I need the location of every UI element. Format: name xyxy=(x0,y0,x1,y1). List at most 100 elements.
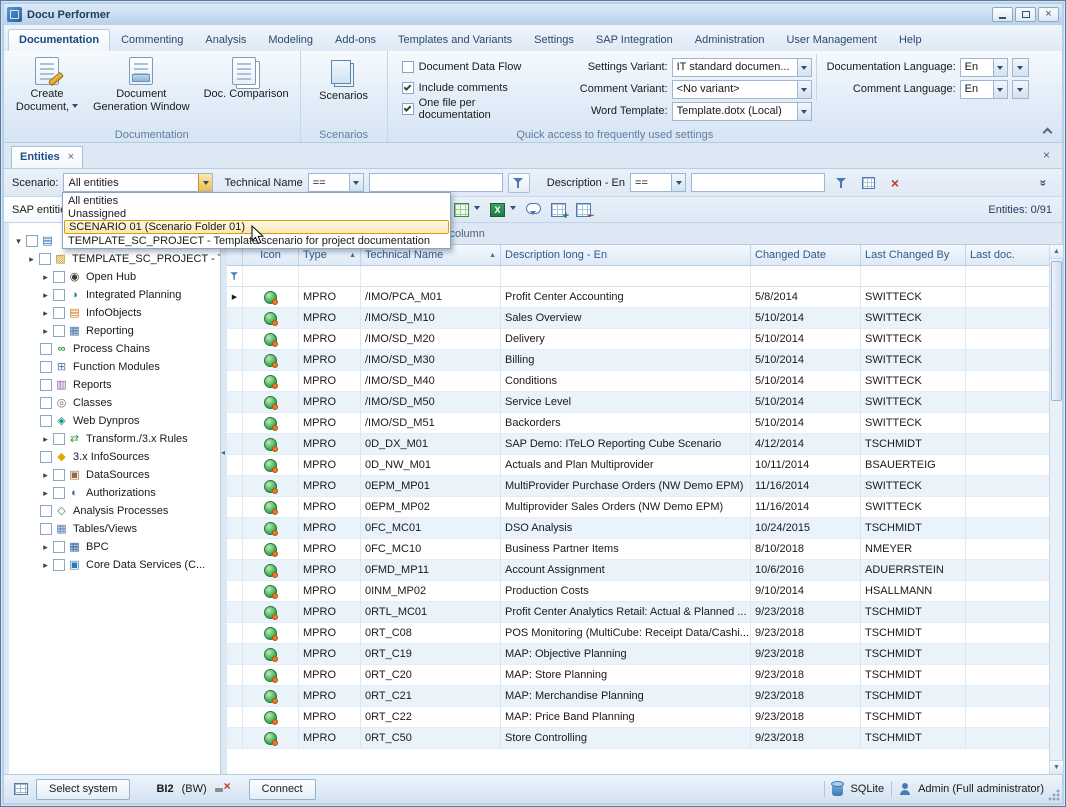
table-row[interactable]: MPRO 0RT_C19 MAP: Objective Planning 9/2… xyxy=(227,644,1049,665)
tree-item[interactable]: ▸ Reporting xyxy=(9,322,220,340)
chevron-down-icon[interactable] xyxy=(671,174,685,191)
ribbon-checkbox[interactable]: One file per documentation xyxy=(402,98,544,119)
tree-checkbox[interactable] xyxy=(53,487,65,499)
tree-checkbox[interactable] xyxy=(40,505,52,517)
scenario-combo[interactable]: All entities xyxy=(63,173,213,192)
ribbon-tab[interactable]: Analysis xyxy=(194,29,257,51)
filter-editor-button[interactable] xyxy=(857,173,879,193)
table-row[interactable]: MPRO 0D_DX_M01 SAP Demo: ITeLO Reporting… xyxy=(227,434,1049,455)
tree-checkbox[interactable] xyxy=(40,379,52,391)
add-to-table-button[interactable] xyxy=(551,203,566,217)
scrollbar-thumb[interactable] xyxy=(1051,261,1062,401)
expand-filter-panel-button[interactable]: » xyxy=(1032,173,1054,193)
ribbon-tab[interactable]: Commenting xyxy=(110,29,194,51)
technical-name-operator-combo[interactable]: == xyxy=(308,173,364,192)
table-row[interactable]: MPRO /IMO/SD_M50 Service Level 5/10/2014… xyxy=(227,392,1049,413)
chevron-down-icon[interactable] xyxy=(797,81,811,98)
collapse-arrow-icon[interactable]: ▾ xyxy=(13,236,24,247)
description-operator-combo[interactable]: == xyxy=(630,173,686,192)
expand-arrow-icon[interactable]: ▸ xyxy=(40,560,51,571)
chevron-down-icon[interactable] xyxy=(797,103,811,120)
setting-field-combo[interactable]: Template.dotx (Local) xyxy=(672,102,812,121)
ribbon-big-button[interactable]: Document Generation Window xyxy=(86,54,197,117)
scenario-dropdown-item[interactable]: TEMPLATE_SC_PROJECT - Template scenario … xyxy=(64,234,449,247)
export-button[interactable] xyxy=(490,203,516,217)
apply-description-filter-button[interactable] xyxy=(830,173,852,193)
scenario-dropdown-item[interactable]: SCENARIO 01 (Scenario Folder 01) xyxy=(64,220,449,234)
tree-item[interactable]: ▸ DataSources xyxy=(9,466,220,484)
language-combo[interactable]: En xyxy=(960,58,1008,77)
chevron-down-icon[interactable] xyxy=(797,59,811,76)
language-options-button[interactable] xyxy=(1012,80,1029,99)
table-row[interactable]: MPRO 0RT_C21 MAP: Merchandise Planning 9… xyxy=(227,686,1049,707)
table-row[interactable]: MPRO /IMO/SD_M30 Billing 5/10/2014 SWITT… xyxy=(227,350,1049,371)
setting-field-combo[interactable]: <No variant> xyxy=(672,80,812,99)
collapse-ribbon-button[interactable] xyxy=(1038,123,1056,138)
column-header[interactable]: Last doc. xyxy=(966,245,1053,265)
ribbon-tab[interactable]: Help xyxy=(888,29,933,51)
tree-checkbox[interactable] xyxy=(53,271,65,283)
filter-cell[interactable] xyxy=(501,266,751,286)
apply-technical-filter-button[interactable] xyxy=(508,173,530,193)
close-document-icon[interactable]: × xyxy=(1033,148,1060,168)
technical-name-filter-input[interactable] xyxy=(369,173,503,192)
chevron-down-icon[interactable] xyxy=(993,59,1007,76)
table-row[interactable]: MPRO /IMO/SD_M51 Backorders 5/10/2014 SW… xyxy=(227,413,1049,434)
expand-arrow-icon[interactable]: ▸ xyxy=(40,308,51,319)
tree-checkbox[interactable] xyxy=(40,451,52,463)
expand-arrow-icon[interactable]: ▸ xyxy=(26,254,37,265)
expand-arrow-icon[interactable]: ▸ xyxy=(40,434,51,445)
ribbon-checkbox[interactable]: Document Data Flow xyxy=(402,56,544,77)
tree-item[interactable]: 3.x InfoSources xyxy=(9,448,220,466)
description-filter-input[interactable] xyxy=(691,173,825,192)
filter-cell[interactable] xyxy=(751,266,861,286)
expand-arrow-icon[interactable]: ▸ xyxy=(40,326,51,337)
tree-item[interactable]: Web Dynpros xyxy=(9,412,220,430)
tree-item[interactable]: ▸ Authorizations xyxy=(9,484,220,502)
resize-grip[interactable] xyxy=(1048,789,1060,801)
vertical-scrollbar[interactable]: ▲ ▼ xyxy=(1049,245,1062,774)
tree-checkbox[interactable] xyxy=(53,541,65,553)
filter-cell[interactable] xyxy=(361,266,501,286)
tree-item[interactable]: ▸ Core Data Services (C... xyxy=(9,556,220,574)
connect-button[interactable]: Connect xyxy=(249,779,316,800)
checkbox-icon[interactable] xyxy=(402,82,414,94)
ribbon-tab[interactable]: Documentation xyxy=(8,29,110,51)
expand-arrow-icon[interactable]: ▸ xyxy=(40,272,51,283)
tree-item[interactable]: Function Modules xyxy=(9,358,220,376)
tree-checkbox[interactable] xyxy=(39,253,51,265)
ribbon-big-button[interactable]: Create Document, xyxy=(8,54,86,117)
table-row[interactable]: MPRO 0FC_MC01 DSO Analysis 10/24/2015 TS… xyxy=(227,518,1049,539)
table-row[interactable]: MPRO 0RT_C22 MAP: Price Band Planning 9/… xyxy=(227,707,1049,728)
tree-item[interactable]: Classes xyxy=(9,394,220,412)
title-bar[interactable]: Docu Performer × xyxy=(4,4,1062,25)
ribbon-tab[interactable]: Administration xyxy=(684,29,776,51)
scroll-down-button[interactable]: ▼ xyxy=(1050,760,1063,774)
comments-button[interactable] xyxy=(526,205,541,214)
table-row[interactable]: MPRO 0RT_C50 Store Controlling 9/23/2018… xyxy=(227,728,1049,749)
table-row[interactable]: MPRO 0D_NW_M01 Actuals and Plan Multipro… xyxy=(227,455,1049,476)
tree-item[interactable]: ▸ Open Hub xyxy=(9,268,220,286)
table-row[interactable]: MPRO 0EPM_MP02 Multiprovider Sales Order… xyxy=(227,497,1049,518)
table-row[interactable]: MPRO 0INM_MP02 Production Costs 9/10/201… xyxy=(227,581,1049,602)
ribbon-big-button[interactable]: Doc. Comparison xyxy=(197,54,296,104)
panel-splitter[interactable] xyxy=(221,223,227,774)
table-row[interactable]: MPRO /IMO/SD_M10 Sales Overview 5/10/201… xyxy=(227,308,1049,329)
column-header[interactable]: Last Changed By xyxy=(861,245,966,265)
chevron-down-icon[interactable] xyxy=(993,81,1007,98)
table-row[interactable]: MPRO /IMO/SD_M20 Delivery 5/10/2014 SWIT… xyxy=(227,329,1049,350)
clear-filter-button[interactable]: × xyxy=(884,173,906,193)
expand-arrow-icon[interactable]: ▸ xyxy=(40,542,51,553)
table-row[interactable]: MPRO 0RT_C08 POS Monitoring (MultiCube: … xyxy=(227,623,1049,644)
checkbox-icon[interactable] xyxy=(402,61,414,73)
maximize-button[interactable] xyxy=(1015,7,1036,22)
filter-cell[interactable] xyxy=(966,266,1053,286)
minimize-button[interactable] xyxy=(992,7,1013,22)
ribbon-tab[interactable]: Modeling xyxy=(257,29,324,51)
tree-checkbox[interactable] xyxy=(53,325,65,337)
filter-cell[interactable] xyxy=(243,266,299,286)
filter-cell[interactable] xyxy=(299,266,361,286)
chevron-down-icon[interactable] xyxy=(349,174,363,191)
layout-selector-button[interactable] xyxy=(454,203,480,217)
close-tab-icon[interactable]: × xyxy=(68,151,74,163)
